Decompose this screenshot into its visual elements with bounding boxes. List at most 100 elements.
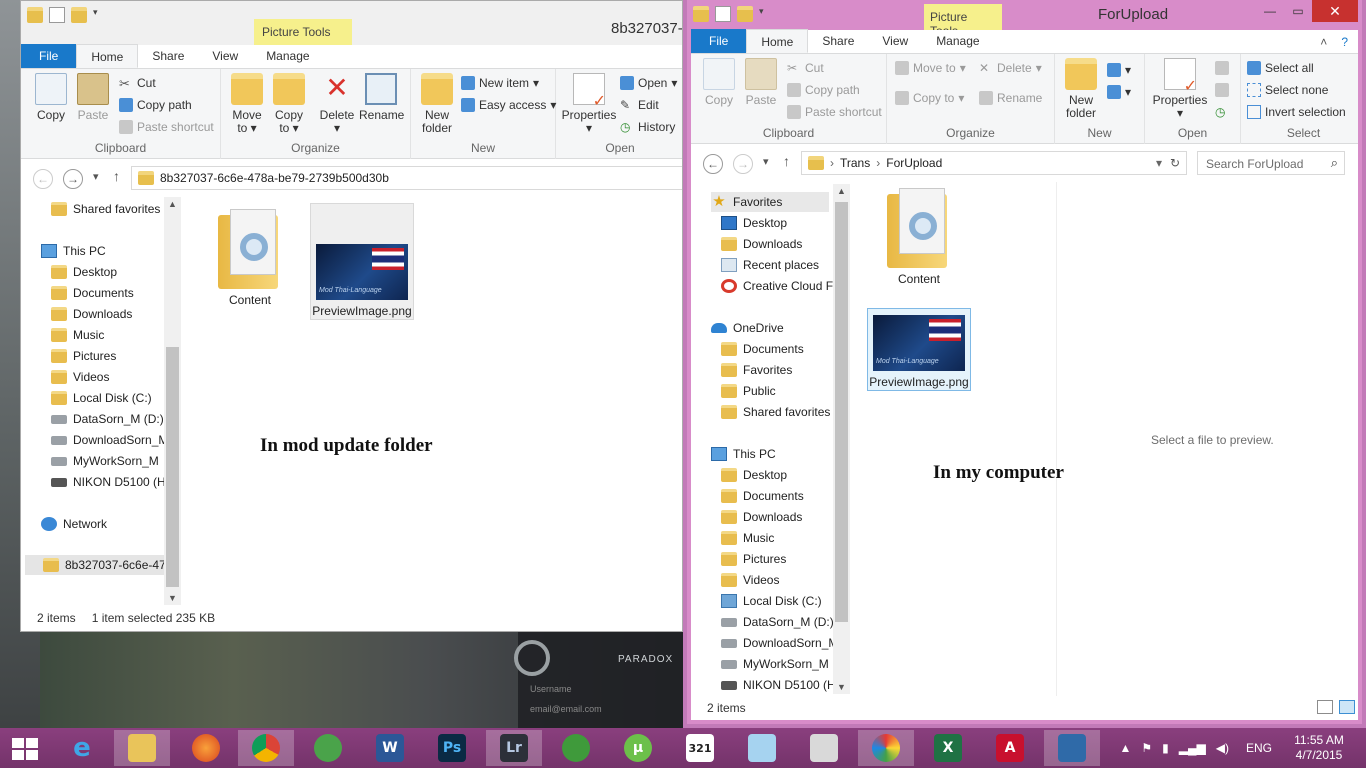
address-bar[interactable]: › Trans › ForUpload ▾ ↻	[801, 151, 1187, 175]
taskbar-paint[interactable]	[858, 730, 914, 766]
nav-documents[interactable]: Documents	[51, 283, 134, 303]
file-list[interactable]: Content Mod Thai-Language PreviewImage.p…	[857, 182, 1057, 696]
paste-button[interactable]: Paste	[739, 58, 783, 107]
nav-od-favorites[interactable]: Favorites	[721, 360, 792, 380]
large-icons-view-icon[interactable]	[1339, 700, 1355, 714]
properties-icon[interactable]	[715, 6, 731, 22]
taskbar-excel[interactable]: X	[920, 730, 976, 766]
open-button[interactable]	[1215, 58, 1229, 78]
nav-pc-desktop[interactable]: Desktop	[721, 465, 787, 485]
nav-fav-downloads[interactable]: Downloads	[721, 234, 802, 254]
nav-pc-myworksorn[interactable]: MyWorkSorn_M	[721, 654, 829, 674]
taskbar-utorrent[interactable]: µ	[610, 730, 666, 766]
nav-pc-documents[interactable]: Documents	[721, 486, 804, 506]
scroll-up-icon[interactable]: ▲	[164, 199, 181, 209]
select-all-button[interactable]: Select all	[1247, 58, 1314, 78]
copy-button[interactable]: Copy	[697, 58, 741, 107]
scroll-up-icon[interactable]: ▲	[833, 186, 850, 196]
taskbar-word[interactable]: W	[362, 730, 418, 766]
move-to-button[interactable]: Move to ▾	[225, 73, 269, 135]
nav-drive-downloadsorn[interactable]: DownloadSorn_M	[51, 430, 168, 450]
taskbar-cities-app[interactable]	[1044, 730, 1100, 766]
nav-this-pc[interactable]: This PC	[41, 241, 106, 261]
tab-view[interactable]: View	[868, 29, 922, 53]
tab-file[interactable]: File	[691, 29, 747, 53]
network-signal-icon[interactable]: ▂▄▆	[1179, 741, 1206, 755]
taskbar-download-manager[interactable]	[548, 730, 604, 766]
delete-button[interactable]: ✕ Delete ▾	[315, 73, 359, 135]
paste-button[interactable]: Paste	[71, 73, 115, 122]
search-input[interactable]: Search ForUpload ⌕	[1197, 151, 1345, 175]
paste-shortcut-button[interactable]: Paste shortcut	[787, 102, 882, 122]
close-icon[interactable]: ✕	[1312, 0, 1358, 22]
nav-nikon[interactable]: NIKON D5100 (H	[51, 472, 166, 492]
delete-button[interactable]: ✕ Delete ▾	[979, 58, 1042, 78]
properties-button[interactable]: Properties▾	[560, 73, 618, 135]
battery-icon[interactable]: ▮	[1162, 741, 1169, 755]
nav-scrollbar[interactable]: ▲ ▼	[164, 197, 181, 605]
address-bar[interactable]: 8b327037-6c6e-478a-be79-2739b500d30b	[131, 166, 682, 190]
nav-pictures[interactable]: Pictures	[51, 346, 116, 366]
new-folder-button[interactable]: New folder	[1059, 58, 1103, 120]
nav-pc-pictures[interactable]: Pictures	[721, 549, 786, 569]
taskbar-calculator[interactable]	[796, 730, 852, 766]
tab-share[interactable]: Share	[808, 29, 868, 53]
taskbar-globe-app[interactable]	[300, 730, 356, 766]
rename-button[interactable]: Rename	[359, 73, 404, 122]
copy-path-button[interactable]: Copy path	[787, 80, 860, 100]
new-folder-button[interactable]: New folder	[415, 73, 459, 135]
nav-this-pc[interactable]: This PC	[711, 444, 776, 464]
paste-shortcut-button[interactable]: Paste shortcut	[119, 117, 214, 137]
tab-home[interactable]: Home	[746, 29, 809, 53]
easy-access-button[interactable]: Easy access ▾	[461, 95, 556, 115]
file-item-folder[interactable]: Content	[867, 182, 971, 287]
nav-videos[interactable]: Videos	[51, 367, 109, 387]
nav-pc-downloads[interactable]: Downloads	[721, 507, 802, 527]
move-to-button[interactable]: Move to ▾	[895, 58, 966, 78]
tab-home[interactable]: Home	[76, 44, 139, 68]
scroll-down-icon[interactable]: ▼	[164, 593, 181, 603]
tab-view[interactable]: View	[198, 44, 252, 68]
cut-button[interactable]: ✂ Cut	[119, 73, 156, 93]
taskbar-photoshop[interactable]: Ps	[424, 730, 480, 766]
tab-file[interactable]: File	[21, 44, 77, 68]
nav-current-folder[interactable]: 8b327037-6c6e-478	[25, 555, 175, 575]
volume-icon[interactable]: ◀)	[1216, 741, 1229, 755]
nav-shared-favorites[interactable]: Shared favorites	[51, 199, 160, 219]
nav-scrollbar[interactable]: ▲ ▼	[833, 184, 850, 694]
language-indicator[interactable]: ENG	[1246, 741, 1272, 755]
nav-pc-drive-d[interactable]: DataSorn_M (D:)	[721, 612, 833, 632]
nav-downloads[interactable]: Downloads	[51, 304, 132, 324]
taskbar-lightroom[interactable]: Lr	[486, 730, 542, 766]
history-button[interactable]: ◷ History	[620, 117, 675, 137]
copy-to-button[interactable]: Copy to ▾	[267, 73, 311, 135]
tab-manage[interactable]: Manage	[252, 44, 323, 68]
nav-fav-desktop[interactable]: Desktop	[721, 213, 787, 233]
taskbar-notepad[interactable]	[734, 730, 790, 766]
edit-button[interactable]: ✎ Edit	[620, 95, 659, 115]
up-button[interactable]: ↑	[113, 168, 120, 184]
back-button[interactable]: ←	[703, 154, 723, 174]
nav-desktop[interactable]: Desktop	[51, 262, 117, 282]
taskbar-internet-explorer[interactable]: e	[54, 730, 110, 766]
taskbar-file-explorer[interactable]	[114, 730, 170, 766]
scrollbar-thumb[interactable]	[166, 347, 179, 587]
nav-favorites[interactable]: ★ Favorites	[711, 192, 829, 212]
flag-icon[interactable]: ⚑	[1141, 741, 1152, 755]
taskbar-chrome[interactable]	[238, 730, 294, 766]
windows-start-icon[interactable]	[6, 736, 38, 760]
taskbar-firefox[interactable]	[178, 730, 234, 766]
nav-od-documents[interactable]: Documents	[721, 339, 804, 359]
nav-music[interactable]: Music	[51, 325, 104, 345]
breadcrumb-trans[interactable]: Trans	[840, 156, 870, 170]
copy-to-button[interactable]: Copy to ▾	[895, 88, 964, 108]
forward-button[interactable]: →	[63, 169, 83, 189]
nav-onedrive[interactable]: OneDrive	[711, 318, 784, 338]
title-bar[interactable]: ▾ Picture Tools 8b327037-	[21, 1, 682, 47]
nav-pc-nikon[interactable]: NIKON D5100 (H	[721, 675, 833, 695]
nav-network[interactable]: Network	[41, 514, 107, 534]
nav-od-public[interactable]: Public	[721, 381, 776, 401]
nav-fav-recent[interactable]: Recent places	[721, 255, 819, 275]
nav-pc-videos[interactable]: Videos	[721, 570, 779, 590]
file-item-image[interactable]: Mod Thai-Language PreviewImage.png	[310, 203, 414, 320]
